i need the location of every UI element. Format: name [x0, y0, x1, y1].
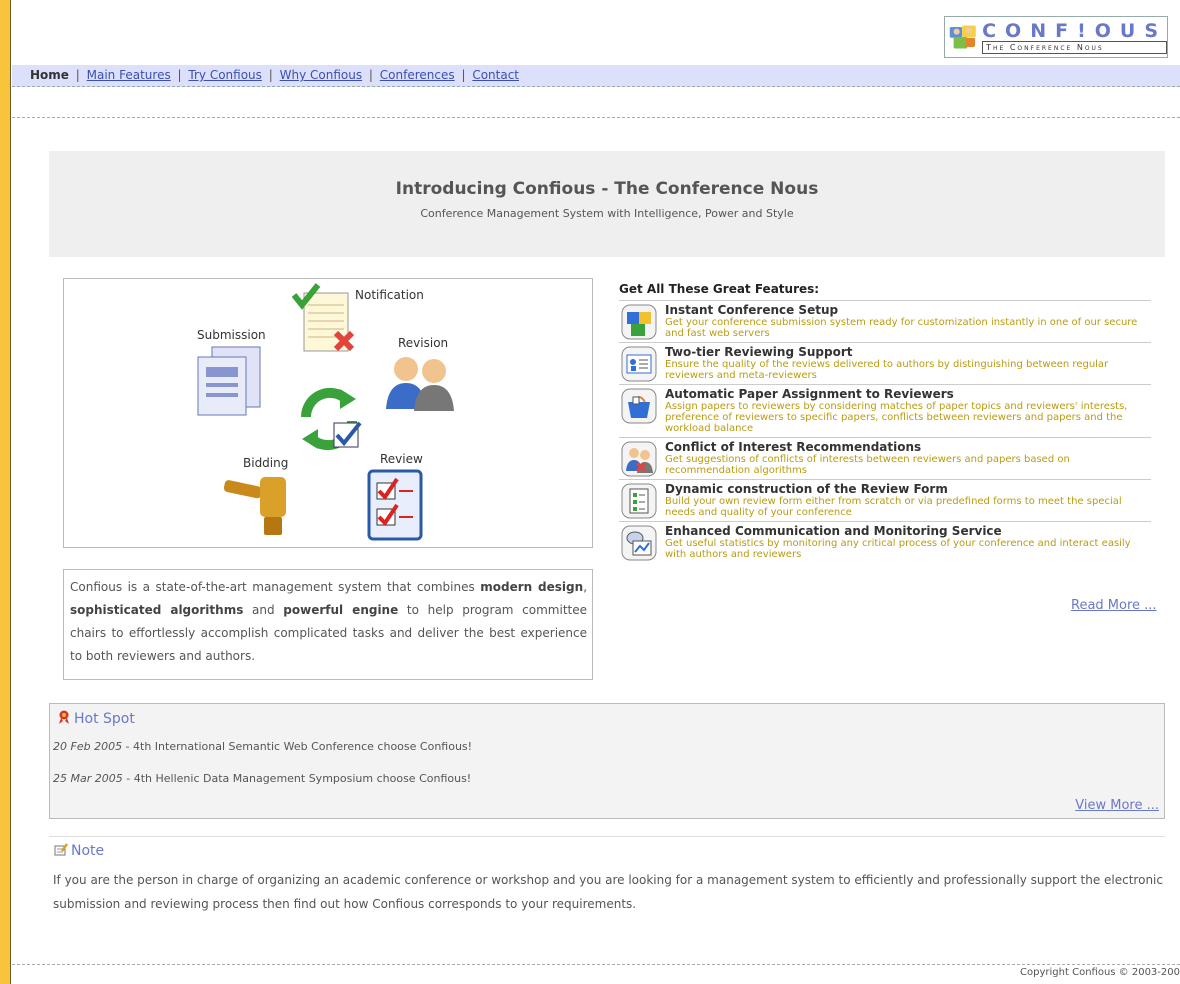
left-border-strip — [0, 0, 11, 984]
note-pencil-icon — [54, 843, 69, 856]
feature-description: Get suggestions of conflicts of interest… — [665, 454, 1070, 476]
nav-contact[interactable]: Contact — [472, 68, 519, 82]
feature-title: Two-tier Reviewing Support — [665, 345, 853, 359]
ribbon-icon — [59, 710, 69, 724]
hot-spot-title: Hot Spot — [74, 711, 135, 727]
confious-logo[interactable]: CONF!OUS The Conference Nous — [944, 16, 1168, 58]
logo-wordmark: CONF!OUS — [982, 19, 1167, 42]
cycle-icon — [300, 387, 362, 451]
basket-icon — [621, 388, 657, 424]
feature-description: Assign papers to reviewers by considerin… — [665, 401, 1128, 434]
note-heading: Note — [54, 843, 104, 859]
hot-spot-heading: Hot Spot — [58, 710, 135, 727]
nav-home[interactable]: Home — [30, 68, 69, 82]
copyright-text: Copyright Confious © 2003-200 — [1020, 967, 1180, 978]
divider — [12, 117, 1180, 118]
nav-separator: | — [368, 68, 373, 82]
nav-separator: | — [461, 68, 466, 82]
description-text: , — [583, 580, 588, 594]
news-date: 20 Feb 2005 — [53, 740, 123, 753]
view-more-link[interactable]: View More ... — [1075, 798, 1159, 813]
hot-spot-panel: Hot Spot 20 Feb 2005 - 4th International… — [49, 703, 1165, 819]
workflow-illustration: Notification Submission Revision Bidding… — [63, 278, 593, 548]
description-emphasis: modern design — [480, 580, 584, 594]
monitor-chart-icon — [621, 525, 657, 561]
cubes-icon — [621, 304, 657, 340]
nav-why-confious[interactable]: Why Confious — [280, 68, 362, 82]
news-date: 25 Mar 2005 — [53, 772, 123, 785]
page-title: Introducing Confious - The Conference No… — [395, 179, 819, 199]
review-label: Review — [380, 452, 423, 466]
news-text: - 4th Hellenic Data Management Symposium… — [122, 772, 472, 785]
description-box: Confious is a state-of-the-art managemen… — [63, 569, 593, 680]
feature-item: Two-tier Reviewing Support Ensure the qu… — [619, 342, 1151, 384]
feature-item: Enhanced Communication and Monitoring Se… — [619, 521, 1151, 563]
feature-item: Instant Conference Setup Get your confer… — [619, 300, 1151, 342]
note-title: Note — [71, 843, 105, 859]
note-text: If you are the person in charge of organ… — [53, 873, 1163, 911]
feature-description: Ensure the quality of the reviews delive… — [665, 359, 1109, 381]
news-text: - 4th International Semantic Web Confere… — [122, 740, 473, 753]
news-item: 20 Feb 2005 - 4th International Semantic… — [53, 740, 472, 753]
page: CONF!OUS The Conference Nous Home | Main… — [12, 0, 1180, 984]
intro-banner: Introducing Confious - The Conference No… — [49, 151, 1165, 257]
submission-label: Submission — [197, 328, 266, 342]
nav-conferences[interactable]: Conferences — [380, 68, 455, 82]
checklist-icon — [367, 469, 423, 541]
bidding-label: Bidding — [243, 456, 289, 470]
description-emphasis: powerful engine — [283, 603, 399, 617]
gavel-icon — [223, 477, 286, 535]
divider — [12, 964, 1180, 965]
feature-item: Conflict of Interest Recommendations Get… — [619, 437, 1151, 479]
divider — [49, 836, 1165, 837]
form-icon — [621, 483, 657, 519]
feature-title: Enhanced Communication and Monitoring Se… — [665, 524, 1002, 538]
notification-icon — [292, 283, 355, 352]
feature-title: Instant Conference Setup — [665, 303, 839, 317]
feature-item: Automatic Paper Assignment to Reviewers … — [619, 384, 1151, 437]
nav-separator: | — [177, 68, 182, 82]
feature-description: Get your conference submission system re… — [665, 317, 1138, 339]
feature-item: Dynamic construction of the Review Form … — [619, 479, 1151, 521]
nav-try-confious[interactable]: Try Confious — [188, 68, 262, 82]
revision-label: Revision — [398, 336, 449, 350]
news-item: 25 Mar 2005 - 4th Hellenic Data Manageme… — [53, 772, 471, 785]
page-subtitle: Conference Management System with Intell… — [420, 207, 794, 220]
nav-separator: | — [75, 68, 80, 82]
feature-title: Conflict of Interest Recommendations — [665, 440, 922, 454]
description-emphasis: sophisticated algorithms — [70, 603, 244, 617]
description-text: Confious is a state-of-the-art managemen… — [70, 580, 481, 594]
description-text: and — [243, 603, 284, 617]
features-heading: Get All These Great Features: — [619, 282, 820, 296]
feature-title: Dynamic construction of the Review Form — [665, 482, 948, 496]
conflict-users-icon — [621, 441, 657, 477]
main-navigation: Home | Main Features | Try Confious | Wh… — [12, 65, 1180, 87]
puzzle-people-icon — [949, 25, 976, 49]
read-more-link[interactable]: Read More ... — [1071, 598, 1157, 613]
id-card-icon — [621, 346, 657, 382]
feature-title: Automatic Paper Assignment to Reviewers — [665, 387, 954, 401]
logo-tagline: The Conference Nous — [982, 40, 1167, 54]
documents-icon — [197, 346, 261, 416]
notification-label: Notification — [355, 288, 424, 302]
features-list: Get All These Great Features: Instant Co… — [619, 282, 1151, 563]
nav-main-features[interactable]: Main Features — [87, 68, 171, 82]
feature-description: Get useful statistics by monitoring any … — [665, 538, 1131, 560]
nav-separator: | — [268, 68, 273, 82]
reviewers-people-icon — [386, 357, 454, 411]
feature-description: Build your own review form either from s… — [665, 496, 1122, 518]
